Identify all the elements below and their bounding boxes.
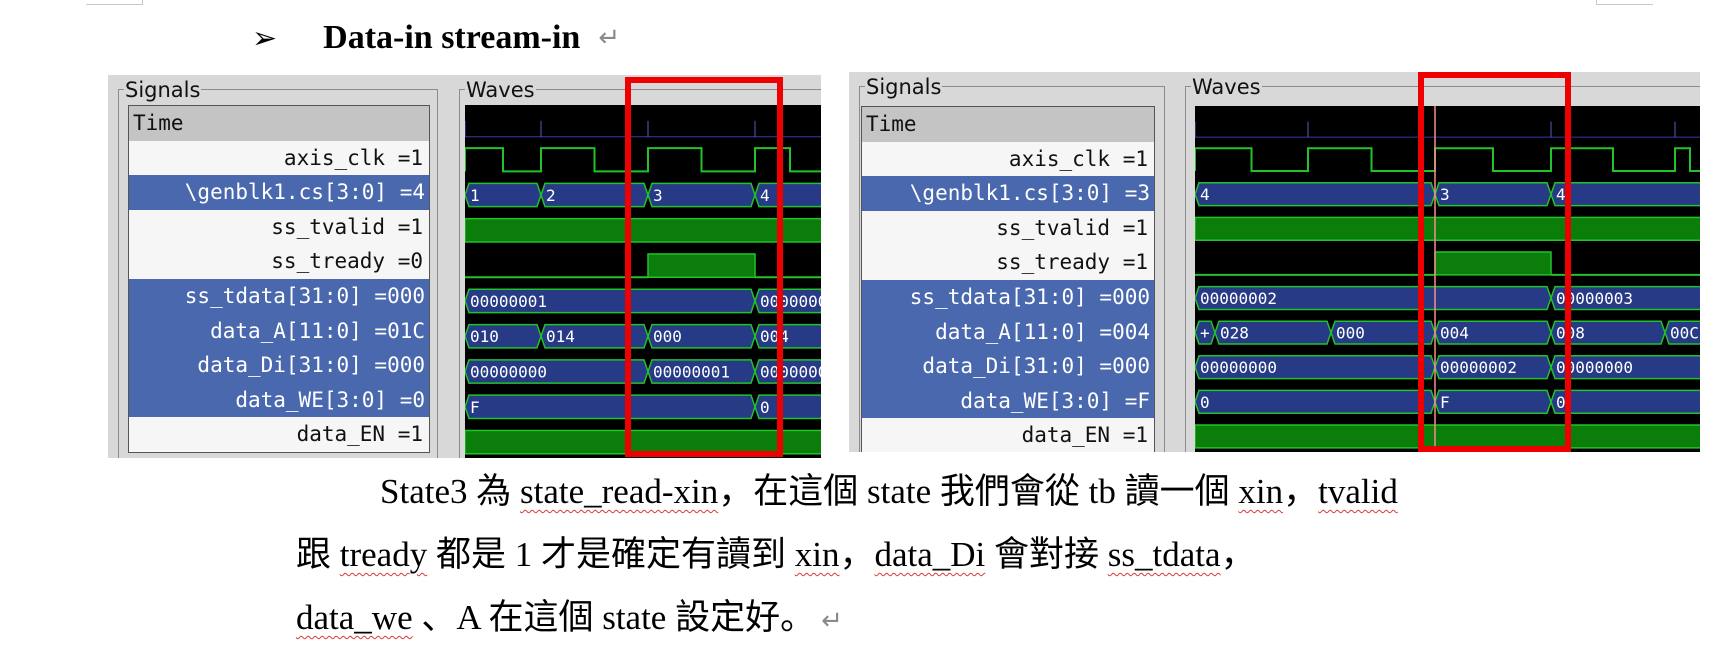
text-run: data_we: [296, 598, 413, 637]
bus-value-label: 0: [1200, 393, 1210, 412]
bus-value-label: 00000002: [1200, 289, 1277, 308]
signal-row[interactable]: ss_tdata[31:0] =000: [129, 278, 429, 314]
bus-value-label: 2: [546, 186, 556, 205]
paragraph-mark-icon: ↵: [821, 606, 843, 636]
signal-list: Time axis_clk =1 \genblk1.cs[3:0] =4 ss_…: [128, 105, 430, 453]
bus-segment: [1550, 389, 1700, 414]
bus-segment: [1195, 182, 1436, 207]
waveform-screenshot-2: Signals Waves Time axis_clk =1 \genblk1.…: [849, 72, 1700, 452]
highlight-box: [1418, 72, 1571, 452]
heading-title: Data-in stream-in: [323, 19, 581, 56]
bus-value-label: 000: [1336, 324, 1365, 343]
bus-value-label: 010: [470, 327, 499, 346]
text-run: 、A 在這個 state 設定好。: [412, 598, 816, 637]
bus-value-label: 00000001: [470, 292, 547, 311]
text-run: State3 為: [380, 472, 520, 511]
highlight-box: [625, 77, 783, 457]
signal-row[interactable]: data_WE[3:0] =F: [862, 383, 1154, 419]
bus-segment: [1195, 389, 1436, 414]
page-corner-mark-right: [1596, 0, 1653, 5]
bus-value-label: +: [1200, 324, 1210, 343]
signal-row[interactable]: axis_clk =1: [862, 141, 1154, 177]
signal-row[interactable]: ss_tready =1: [862, 245, 1154, 280]
text-run: xin: [794, 535, 840, 574]
text-run: data_Di: [874, 535, 986, 574]
time-header: Time: [862, 107, 1154, 142]
signal-row[interactable]: \genblk1.cs[3:0] =4: [129, 175, 429, 210]
paragraph-line: data_we 、A 在這個 state 設定好。 ↵: [296, 586, 1696, 653]
bus-value-label: 00000000: [470, 363, 547, 382]
text-run: 跟: [296, 535, 340, 574]
arrow-bullet-icon: ➢: [252, 20, 278, 56]
text-run: tready: [339, 535, 428, 574]
signal-row[interactable]: ss_tready =0: [129, 244, 429, 279]
text-run: ss_tdata: [1107, 535, 1221, 574]
bus-value-label: 00000000: [1200, 358, 1277, 377]
page-corner-mark-left: [86, 0, 143, 5]
paragraph-line: 跟 tready 都是 1 才是確定有讀到 xin，data_Di 會對接 ss…: [296, 523, 1696, 586]
text-run: ，: [839, 535, 875, 574]
signal-row[interactable]: ss_tdata[31:0] =000: [862, 279, 1154, 315]
bus-value-label: 00C: [1670, 324, 1699, 343]
text-run: ，在這個 state 我們會從 tb 讀一個: [718, 472, 1239, 511]
waves-title: Waves: [465, 78, 536, 102]
bus-value-label: F: [470, 398, 480, 417]
time-header: Time: [129, 106, 429, 141]
signal-row[interactable]: data_A[11:0] =004: [862, 314, 1154, 350]
signal-list: Time axis_clk =1 \genblk1.cs[3:0] =3 ss_…: [861, 106, 1155, 452]
signals-title: Signals: [124, 78, 202, 102]
signals-title: Signals: [865, 75, 943, 99]
bus-value-label: 014: [546, 327, 575, 346]
body-paragraph: State3 為 state_read-xin，在這個 state 我們會從 t…: [296, 460, 1696, 653]
bus-value-label: 4: [1200, 185, 1210, 204]
section-heading: ➢ Data-in stream-in ↵: [252, 14, 620, 62]
text-run: 會對接: [985, 535, 1108, 574]
bus-value-label: 1: [470, 186, 480, 205]
text-run: 都是 1 才是確定有讀到: [427, 535, 795, 574]
text-run: ，: [1283, 472, 1319, 511]
bus-segment: [1550, 182, 1700, 207]
signal-row[interactable]: data_Di[31:0] =000: [862, 349, 1154, 384]
text-run: ，: [1220, 535, 1256, 574]
signal-row[interactable]: data_A[11:0] =01C: [129, 313, 429, 349]
signal-row[interactable]: ss_tvalid =1: [862, 210, 1154, 246]
paragraph-mark-icon: ↵: [598, 23, 621, 53]
text-run: xin: [1238, 472, 1284, 511]
text-run: tvalid: [1318, 472, 1398, 511]
signal-row[interactable]: axis_clk =1: [129, 140, 429, 176]
signal-row[interactable]: \genblk1.cs[3:0] =3: [862, 176, 1154, 211]
signal-row[interactable]: data_EN =1: [862, 418, 1154, 452]
text-run: state_read-xin: [519, 472, 719, 511]
signal-row[interactable]: data_EN =1: [129, 417, 429, 452]
signal-row[interactable]: data_WE[3:0] =0: [129, 382, 429, 418]
signal-row[interactable]: data_Di[31:0] =000: [129, 348, 429, 383]
signal-row[interactable]: ss_tvalid =1: [129, 209, 429, 245]
bus-value-label: 028: [1220, 324, 1249, 343]
paragraph-line: State3 為 state_read-xin，在這個 state 我們會從 t…: [296, 460, 1696, 523]
waves-title: Waves: [1191, 75, 1262, 99]
